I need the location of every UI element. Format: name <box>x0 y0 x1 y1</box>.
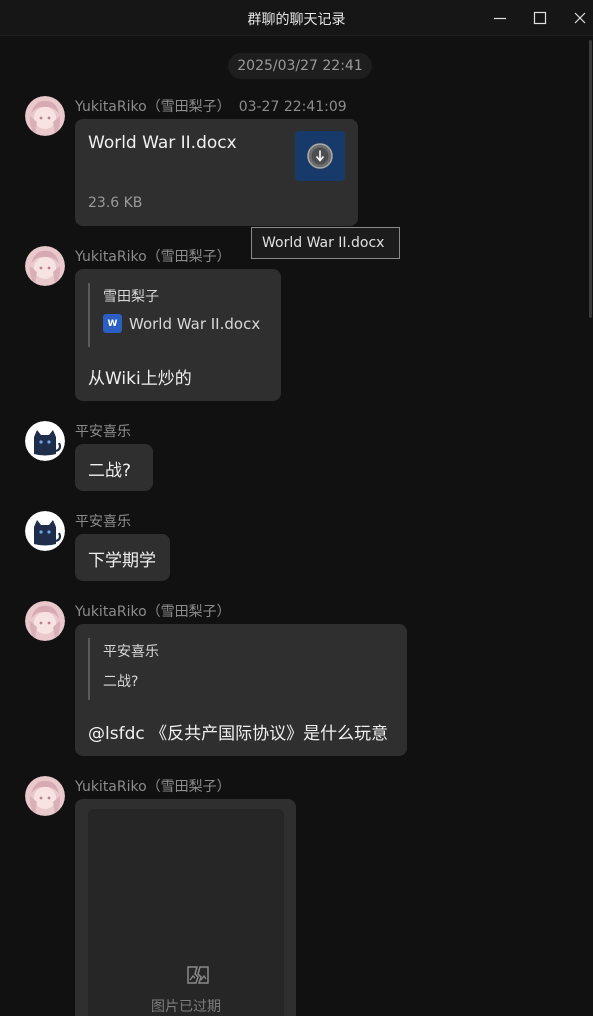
sender-name: YukitaRiko（雪田梨子） <box>75 604 231 620</box>
close-button[interactable] <box>566 6 593 30</box>
anime-avatar[interactable] <box>25 96 65 136</box>
sender-name: 平安喜乐 <box>75 424 131 440</box>
title-bar: 群聊的聊天记录 <box>0 0 593 36</box>
text-message-bubble[interactable]: 下学期学 <box>75 534 170 581</box>
maximize-icon <box>533 11 547 25</box>
message-sender: YukitaRiko（雪田梨子） 03-27 22:41:09 <box>75 96 347 116</box>
text-message-bubble[interactable]: 二战? <box>75 444 153 491</box>
message-text: @lsfdc 《反共产国际协议》是什么玩意 <box>88 724 389 744</box>
minimize-button[interactable] <box>486 6 514 30</box>
anime-avatar[interactable] <box>25 776 65 816</box>
close-icon <box>574 12 586 24</box>
quote-author: 雪田梨子 <box>103 289 159 305</box>
date-divider: 2025/03/27 22:41 <box>228 53 372 79</box>
quote-file-name: World War II.docx <box>129 314 261 333</box>
file-size: 23.6 KB <box>88 195 143 211</box>
message-text: 下学期学 <box>88 551 156 571</box>
file-message-bubble[interactable]: World War II.docx 23.6 KB <box>75 119 358 226</box>
minimize-icon <box>494 17 506 20</box>
quote-file[interactable]: W World War II.docx <box>103 314 260 333</box>
reply-message-bubble[interactable]: 平安喜乐 二战? @lsfdc 《反共产国际协议》是什么玩意 <box>75 624 407 756</box>
file-name: World War II.docx <box>88 133 237 153</box>
image-message-bubble[interactable]: 图片已过期 <box>75 799 296 1016</box>
message-text: 二战? <box>88 461 132 481</box>
anime-avatar[interactable] <box>25 601 65 641</box>
expired-text: 图片已过期 <box>151 999 221 1015</box>
cat-avatar[interactable] <box>25 421 65 461</box>
sender-name: YukitaRiko（雪田梨子） <box>75 99 231 115</box>
sender-name: YukitaRiko（雪田梨子） <box>75 779 231 795</box>
file-tooltip: World War II.docx <box>251 227 400 259</box>
quote-block[interactable]: 雪田梨子 W World War II.docx <box>88 283 260 347</box>
message-time: 03-27 22:41:09 <box>238 99 347 115</box>
reply-message-bubble[interactable]: 雪田梨子 W World War II.docx 从Wiki上炒的 <box>75 269 281 401</box>
word-doc-icon: W <box>103 314 122 333</box>
scrollbar-thumb[interactable] <box>589 40 592 318</box>
anime-avatar[interactable] <box>25 246 65 286</box>
quote-author: 平安喜乐 <box>103 644 159 660</box>
broken-image-icon <box>187 966 209 984</box>
quote-block[interactable]: 平安喜乐 二战? <box>88 638 388 700</box>
maximize-button[interactable] <box>526 6 554 30</box>
quote-text: 二战? <box>103 674 139 690</box>
cat-avatar[interactable] <box>25 511 65 551</box>
sender-name: 平安喜乐 <box>75 514 131 530</box>
message-text: 从Wiki上炒的 <box>88 369 192 389</box>
expired-image-placeholder[interactable]: 图片已过期 <box>88 809 284 1016</box>
download-file-icon[interactable] <box>295 131 345 181</box>
scrollbar[interactable] <box>589 36 593 1016</box>
chat-history-window: 群聊的聊天记录 2025/03/27 22:41 YukitaRiko（雪田梨子… <box>0 0 593 1016</box>
sender-name: YukitaRiko（雪田梨子） <box>75 249 231 265</box>
